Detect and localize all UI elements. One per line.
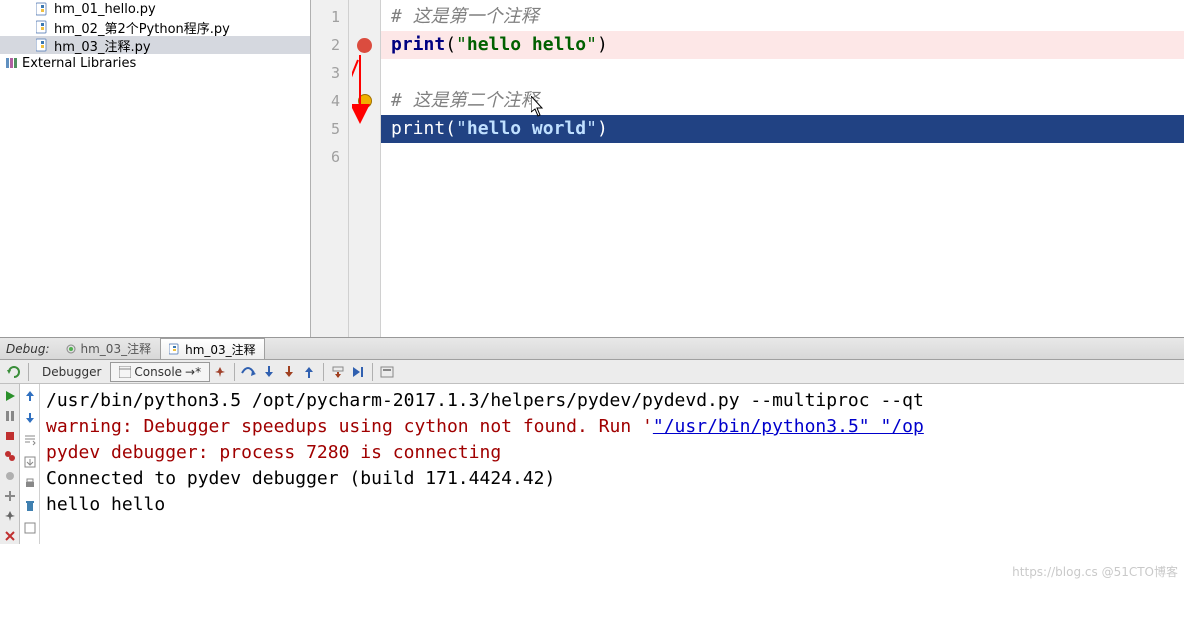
execution-point-icon (359, 95, 371, 107)
line-number: 5 (311, 115, 348, 143)
python-file-icon (36, 38, 50, 52)
console-nav-column (20, 384, 40, 544)
bp-cell-3[interactable] (349, 59, 380, 87)
console-output[interactable]: /usr/bin/python3.5 /opt/pycharm-2017.1.3… (40, 384, 1184, 544)
step-into-icon[interactable] (261, 362, 277, 382)
settings-icon[interactable] (2, 488, 18, 504)
debug-tabbar: Debug: hm_03_注释 hm_03_注释 (0, 338, 1184, 360)
python-file-icon (36, 20, 50, 34)
library-icon (4, 56, 18, 70)
console-line: hello hello (46, 492, 1184, 518)
code-editor[interactable]: 1 2 3 4 5 6 # 这是第一个注释 print("hello hello… (311, 0, 1184, 337)
left-tool-column (0, 384, 20, 544)
python-file-icon (36, 2, 50, 16)
bp-cell-6[interactable] (349, 143, 380, 171)
line-number: 6 (311, 143, 348, 171)
pause-icon[interactable] (2, 408, 18, 424)
line-number: 1 (311, 3, 348, 31)
run-to-cursor-icon[interactable] (350, 362, 366, 382)
clear-all-icon[interactable] (22, 498, 38, 514)
file-hm-01-hello[interactable]: hm_01_hello.py (0, 0, 310, 18)
close-icon[interactable] (2, 528, 18, 544)
debug-panel: Debug: hm_03_注释 hm_03_注释 Debugger Consol… (0, 337, 1184, 544)
console-line: warning: Debugger speedups using cython … (46, 414, 1184, 440)
scroll-end-icon[interactable] (22, 454, 38, 470)
view-breakpoints-icon[interactable] (2, 448, 18, 464)
bp-cell-2[interactable] (349, 31, 380, 59)
file-hm-03-comments[interactable]: hm_03_注释.py (0, 36, 310, 54)
force-step-into-icon[interactable] (281, 362, 297, 382)
code-line-5[interactable]: print("hello world") (381, 115, 1184, 143)
show-python-prompt-icon[interactable] (22, 520, 38, 536)
code-area[interactable]: # 这是第一个注释 print("hello hello") # 这是第二个注释… (381, 0, 1184, 337)
file-label: hm_03_注释.py (54, 36, 151, 55)
code-line-6[interactable] (381, 143, 1184, 171)
project-file-tree: hm_01_hello.py hm_02_第2个Python程序.py hm_0… (0, 0, 311, 337)
step-over-icon[interactable] (241, 362, 257, 382)
breakpoint-icon[interactable] (357, 38, 372, 53)
code-line-3[interactable] (381, 59, 1184, 87)
console-line: pydev debugger: process 7280 is connecti… (46, 440, 1184, 466)
file-label: hm_01_hello.py (54, 2, 156, 17)
console-tab[interactable]: Console →* (110, 362, 210, 382)
debug-tab-1[interactable]: hm_03_注释 (56, 338, 161, 359)
down-arrow-icon[interactable] (22, 410, 38, 426)
restore-layout-icon[interactable] (6, 362, 22, 382)
external-libraries[interactable]: External Libraries (0, 54, 310, 72)
drop-frame-icon[interactable] (330, 362, 346, 382)
debug-tab-2[interactable]: hm_03_注释 (160, 338, 265, 359)
print-icon[interactable] (22, 476, 38, 492)
debug-label: Debug: (0, 338, 56, 359)
pin-icon[interactable] (210, 362, 230, 382)
breakpoint-gutter[interactable] (349, 0, 381, 337)
resume-icon[interactable] (2, 388, 18, 404)
pin-tab-icon[interactable] (2, 508, 18, 524)
bp-cell-5[interactable] (349, 115, 380, 143)
up-arrow-icon[interactable] (22, 388, 38, 404)
soft-wrap-icon[interactable] (22, 432, 38, 448)
evaluate-expression-icon[interactable] (379, 362, 395, 382)
debugger-tab[interactable]: Debugger (33, 362, 110, 382)
code-line-2[interactable]: print("hello hello") (381, 31, 1184, 59)
debug-toolbar: Debugger Console →* (0, 360, 1184, 384)
line-number-gutter: 1 2 3 4 5 6 (311, 0, 349, 337)
file-hm-02-second[interactable]: hm_02_第2个Python程序.py (0, 18, 310, 36)
watermark: https://blog.cs @51CTO博客 (1012, 563, 1178, 580)
console-line: /usr/bin/python3.5 /opt/pycharm-2017.1.3… (46, 388, 1184, 414)
console-line: Connected to pydev debugger (build 171.4… (46, 466, 1184, 492)
line-number: 4 (311, 87, 348, 115)
stop-icon[interactable] (2, 428, 18, 444)
line-number: 2 (311, 31, 348, 59)
code-line-1[interactable]: # 这是第一个注释 (381, 3, 1184, 31)
mute-breakpoints-icon[interactable] (2, 468, 18, 484)
external-libraries-label: External Libraries (22, 56, 136, 71)
bp-cell-4[interactable] (349, 87, 380, 115)
step-out-icon[interactable] (301, 362, 317, 382)
line-number: 3 (311, 59, 348, 87)
code-line-4[interactable]: # 这是第二个注释 (381, 87, 1184, 115)
bp-cell-1[interactable] (349, 3, 380, 31)
file-label: hm_02_第2个Python程序.py (54, 18, 230, 37)
